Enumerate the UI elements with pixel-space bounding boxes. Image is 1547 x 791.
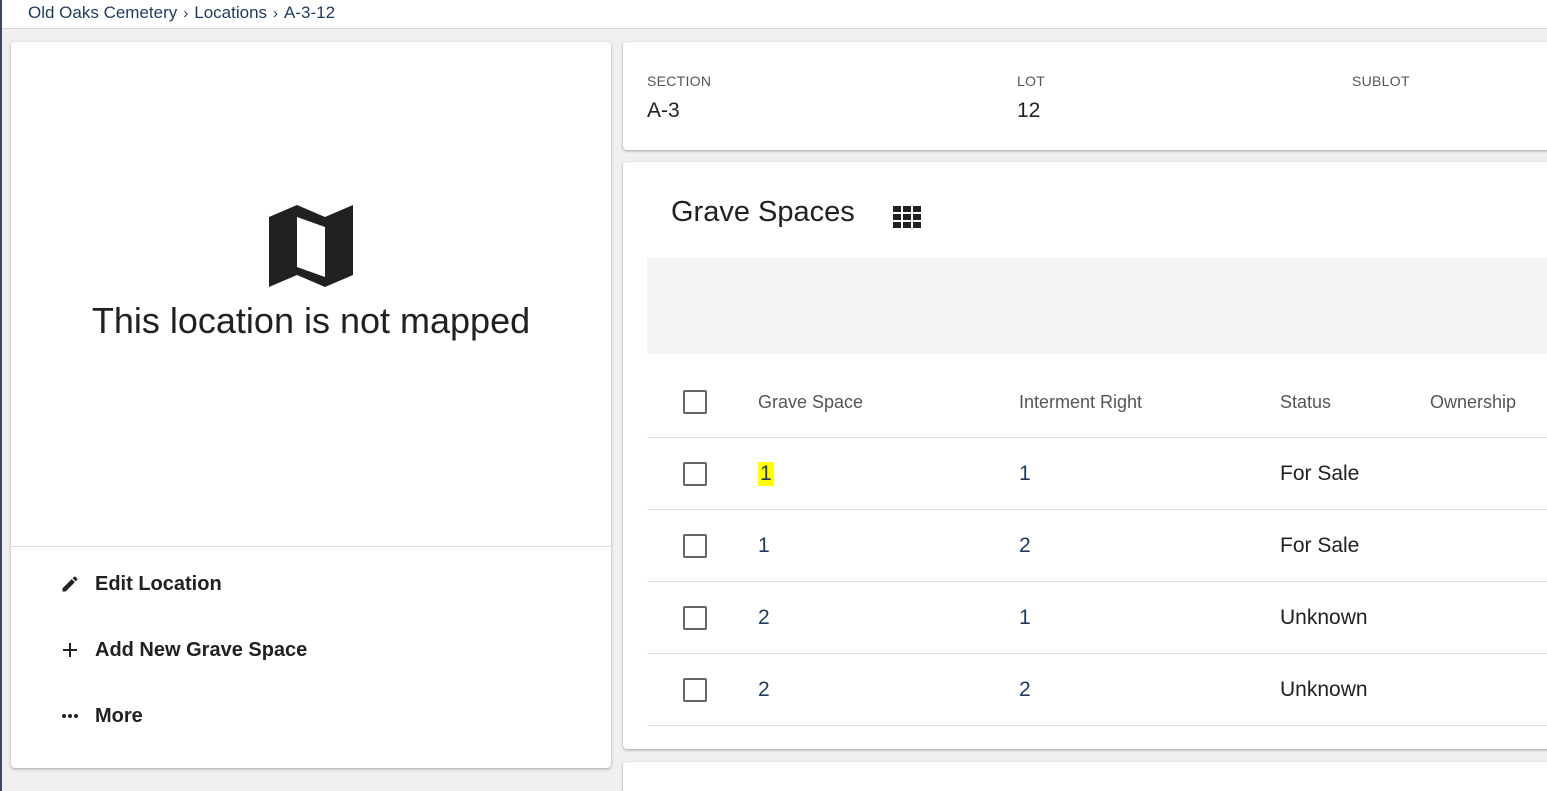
status-cell: Unknown: [1280, 606, 1368, 629]
edit-location-label: Edit Location: [95, 572, 222, 595]
grid-view-icon[interactable]: [893, 206, 921, 228]
map-icon: [269, 205, 353, 287]
column-header-grave-space[interactable]: Grave Space: [758, 366, 863, 438]
next-card: [623, 762, 1547, 791]
more-dots-icon: [59, 705, 81, 727]
interment-right-cell: 1: [1019, 582, 1031, 654]
add-grave-space-button[interactable]: Add New Grave Space: [59, 630, 307, 670]
status-cell: Unknown: [1280, 678, 1368, 701]
row-checkbox[interactable]: [683, 534, 707, 558]
location-map-card: This location is not mapped Edit Locatio…: [11, 42, 611, 768]
grave-space-cell: 1: [758, 438, 774, 510]
interment-right-cell: 2: [1019, 510, 1031, 582]
breadcrumb-current-location[interactable]: A-3-12: [284, 3, 335, 23]
section-value: A-3: [647, 99, 680, 122]
sublot-label: SUBLOT: [1352, 73, 1410, 89]
lot-label: LOT: [1017, 73, 1046, 89]
grave-space-link[interactable]: 1: [758, 534, 770, 558]
breadcrumb-separator: ›: [183, 4, 189, 22]
top-bar: Old Oaks Cemetery › Locations › A-3-12: [2, 0, 1547, 29]
interment-right-link[interactable]: 2: [1019, 534, 1031, 558]
grave-space-link[interactable]: 1: [758, 462, 774, 486]
table-toolbar: [647, 258, 1547, 354]
interment-right-link[interactable]: 1: [1019, 606, 1031, 630]
row-checkbox[interactable]: [683, 606, 707, 630]
edit-location-button[interactable]: Edit Location: [59, 564, 222, 604]
row-checkbox[interactable]: [683, 678, 707, 702]
not-mapped-message: This location is not mapped: [91, 300, 531, 341]
table-row: 2 1 Unknown: [647, 582, 1547, 654]
table-row: 1 2 For Sale: [647, 510, 1547, 582]
grave-space-link[interactable]: 2: [758, 678, 770, 702]
select-all-checkbox[interactable]: [683, 390, 707, 414]
interment-right-link[interactable]: 1: [1019, 462, 1031, 486]
grave-space-link[interactable]: 2: [758, 606, 770, 630]
row-checkbox[interactable]: [683, 462, 707, 486]
column-header-interment-right[interactable]: Interment Right: [1019, 366, 1142, 438]
interment-right-cell: 1: [1019, 438, 1031, 510]
grave-spaces-card: Grave Spaces Grave Space Interment Right…: [623, 162, 1547, 749]
more-label: More: [95, 704, 143, 727]
grave-space-cell: 1: [758, 510, 770, 582]
lot-value: 12: [1017, 99, 1041, 122]
map-area: This location is not mapped: [11, 42, 611, 546]
pencil-icon: [59, 573, 81, 595]
column-header-ownership[interactable]: Ownership: [1430, 366, 1516, 438]
location-info-card: SECTION A-3 LOT 12 SUBLOT: [623, 42, 1547, 150]
grave-spaces-title: Grave Spaces: [671, 196, 855, 228]
breadcrumb: Old Oaks Cemetery › Locations › A-3-12: [28, 3, 335, 23]
table-row: 2 2 Unknown: [647, 654, 1547, 726]
grave-space-cell: 2: [758, 582, 770, 654]
left-edge-bar: [0, 0, 2, 791]
column-header-status[interactable]: Status: [1280, 366, 1331, 438]
table-row: 1 1 For Sale: [647, 438, 1547, 510]
add-grave-space-label: Add New Grave Space: [95, 638, 308, 661]
divider: [11, 546, 611, 547]
plus-icon: [59, 639, 81, 661]
section-label: SECTION: [647, 73, 712, 89]
status-cell: For Sale: [1280, 462, 1360, 485]
table-header-row: Grave Space Interment Right Status Owner…: [647, 366, 1547, 438]
grave-space-cell: 2: [758, 654, 770, 726]
interment-right-cell: 2: [1019, 654, 1031, 726]
breadcrumb-cemetery[interactable]: Old Oaks Cemetery: [28, 3, 177, 23]
breadcrumb-separator: ›: [273, 4, 279, 22]
breadcrumb-locations[interactable]: Locations: [194, 3, 267, 23]
more-button[interactable]: More: [59, 696, 143, 736]
status-cell: For Sale: [1280, 534, 1360, 557]
interment-right-link[interactable]: 2: [1019, 678, 1031, 702]
